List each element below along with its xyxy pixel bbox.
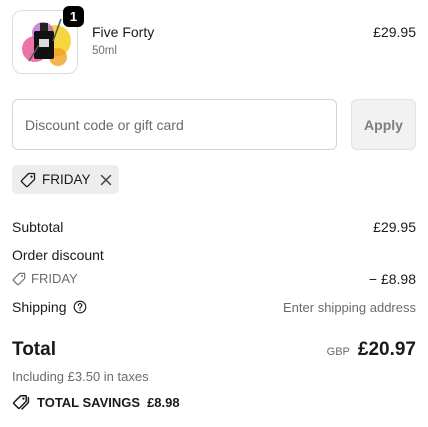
order-discount-label: Order discount	[12, 247, 104, 263]
subtotal-label: Subtotal	[12, 219, 64, 235]
order-discount-row: Order discount	[12, 247, 416, 263]
shipping-row: Shipping Enter shipping address	[12, 299, 416, 315]
discount-field[interactable]	[12, 99, 337, 150]
subtotal-row: Subtotal £29.95	[12, 219, 416, 235]
discount-code-row: FRIDAY − £8.98	[12, 271, 416, 287]
discount-input[interactable]	[13, 100, 336, 149]
currency-code: GBP	[326, 346, 350, 358]
discount-code-label: FRIDAY	[31, 271, 78, 286]
product-title: Five Forty	[92, 24, 155, 40]
applied-code-label: FRIDAY	[42, 172, 91, 187]
product-variant: 50ml	[92, 45, 117, 57]
shipping-value: Enter shipping address	[283, 300, 416, 315]
discount-code-line: FRIDAY	[12, 271, 416, 286]
savings-value: £8.98	[147, 394, 180, 410]
help-circle-icon[interactable]	[73, 300, 87, 314]
shipping-label: Shipping	[12, 299, 67, 315]
apply-button[interactable]: Apply	[351, 99, 416, 150]
total-label: Total	[12, 339, 56, 360]
discount-value: − £8.98	[368, 271, 416, 287]
quantity-badge: 1	[63, 6, 84, 27]
tags-icon	[12, 395, 30, 410]
product-price: £29.95	[373, 24, 416, 40]
tag-icon	[20, 172, 36, 187]
applied-discount-chip: FRIDAY	[12, 165, 119, 194]
line-item: 1 Five Forty 50ml £29.95	[12, 6, 416, 74]
tag-icon	[12, 272, 26, 285]
savings-label: TOTAL SAVINGS	[37, 394, 141, 410]
total-savings: TOTAL SAVINGS £8.98	[12, 394, 180, 410]
product-thumbnail: 1	[12, 6, 84, 74]
total-value: £20.97	[357, 339, 416, 360]
remove-discount-button[interactable]	[99, 173, 113, 187]
close-icon[interactable]	[99, 173, 113, 187]
total-amount: GBP £20.97	[327, 339, 416, 361]
subtotal-value: £29.95	[373, 219, 416, 235]
taxes-note: Including £3.50 in taxes	[12, 369, 149, 384]
